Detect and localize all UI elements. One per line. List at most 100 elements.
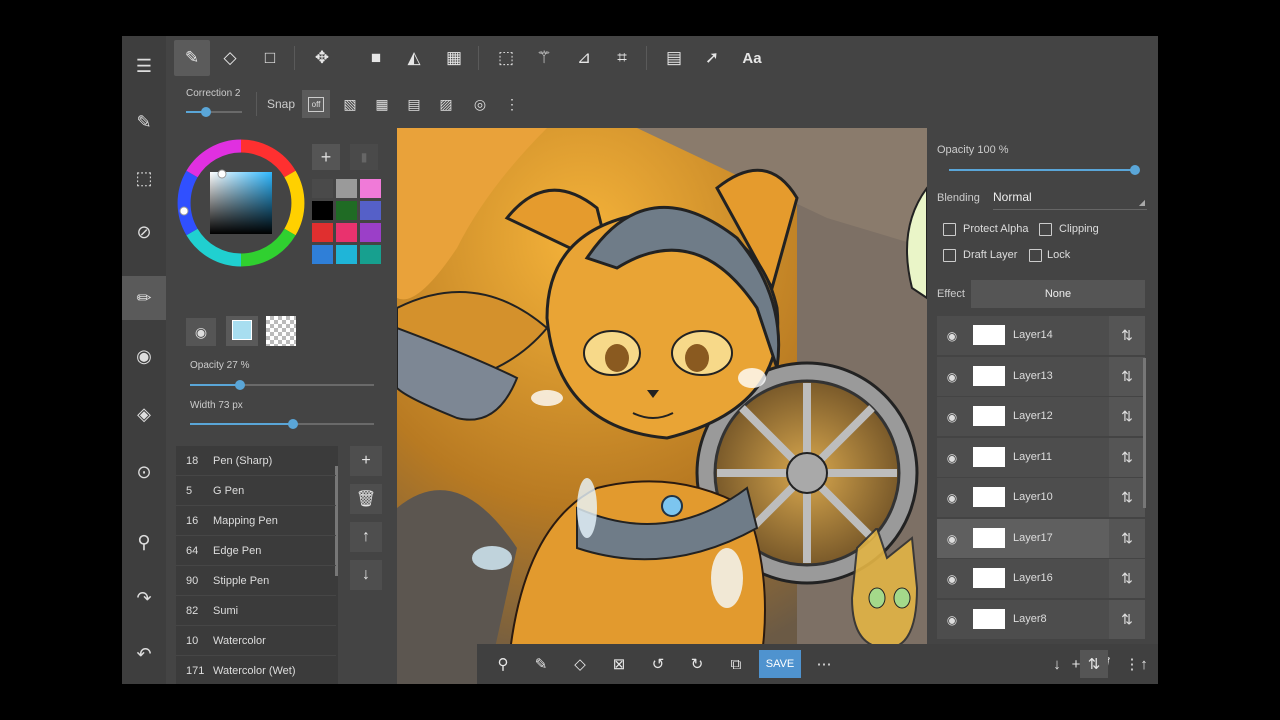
brush-row[interactable]: 16 Mapping Pen bbox=[176, 506, 336, 536]
deselect-icon[interactable]: ⊠ bbox=[605, 650, 633, 678]
color-swatch[interactable] bbox=[336, 201, 357, 220]
color-swatch[interactable] bbox=[360, 245, 381, 264]
rotate-canvas-icon[interactable]: ⊘ bbox=[122, 210, 166, 254]
redo-icon[interactable]: ↻ bbox=[683, 650, 711, 678]
color-swatch[interactable] bbox=[360, 179, 381, 198]
move-icon[interactable]: ✥ bbox=[304, 40, 340, 76]
visibility-eye-icon[interactable]: ◉ bbox=[943, 570, 961, 588]
undo-icon[interactable]: ↶ bbox=[122, 632, 166, 676]
layer-row[interactable]: ◉ Layer16 ⇅ bbox=[937, 559, 1145, 598]
layer-opacity-slider[interactable] bbox=[949, 165, 1140, 175]
material-icon[interactable]: ⊙ bbox=[122, 450, 166, 494]
undo-icon[interactable]: ↺ bbox=[644, 650, 672, 678]
eraser-icon[interactable]: ◇ bbox=[212, 40, 248, 76]
layer-reorder-icon[interactable]: ⇅ bbox=[1109, 397, 1145, 436]
color-swatch[interactable] bbox=[312, 201, 333, 220]
layer-row[interactable]: ◉ Layer10 ⇅ bbox=[937, 478, 1145, 517]
selection-icon[interactable]: ⬚ bbox=[122, 156, 166, 200]
rectangle-icon[interactable]: □ bbox=[252, 40, 288, 76]
brush-row[interactable]: 90 Stipple Pen bbox=[176, 566, 336, 596]
snap-off-button[interactable]: off bbox=[302, 90, 330, 118]
select-eraser-icon[interactable]: ⌗ bbox=[604, 40, 640, 76]
layer-row[interactable]: ◉ Layer17 ⇅ bbox=[937, 518, 1145, 558]
transform-icon[interactable]: ⧉ bbox=[722, 650, 750, 678]
brush-row[interactable]: 82 Sumi bbox=[176, 596, 336, 626]
edit-icon[interactable]: ✎ bbox=[122, 100, 166, 144]
layer-list-scrollbar[interactable] bbox=[1143, 358, 1146, 508]
color-panel-icon[interactable]: ◉ bbox=[122, 334, 166, 378]
lock-checkbox[interactable] bbox=[1029, 249, 1042, 262]
visibility-eye-icon[interactable]: ◉ bbox=[943, 530, 961, 548]
brush-row[interactable]: 18 Pen (Sharp) bbox=[176, 446, 336, 476]
blending-select[interactable]: Normal ◢ bbox=[993, 186, 1147, 210]
transparent-color-button[interactable] bbox=[266, 316, 296, 346]
bucket-icon[interactable]: ◭ bbox=[396, 40, 432, 76]
correction-slider[interactable] bbox=[186, 107, 242, 117]
layer-row[interactable]: ◉ Layer13 ⇅ bbox=[937, 356, 1145, 396]
effect-select[interactable]: None bbox=[971, 280, 1145, 308]
layer-row[interactable]: ◉ Layer14 ⇅ bbox=[937, 316, 1145, 355]
color-swatch[interactable] bbox=[336, 245, 357, 264]
select-rect-icon[interactable]: ⬚ bbox=[488, 40, 524, 76]
visibility-eye-icon[interactable]: ◉ bbox=[943, 489, 961, 507]
color-wheel[interactable] bbox=[176, 138, 306, 268]
move-brush-down-icon[interactable]: ↓ bbox=[350, 560, 382, 590]
eyedropper-icon[interactable]: ⚲ bbox=[489, 650, 517, 678]
visibility-eye-icon[interactable]: ◉ bbox=[943, 611, 961, 629]
sv-picker-knob[interactable] bbox=[217, 169, 227, 179]
layer-row[interactable]: ◉ Layer11 ⇅ bbox=[937, 437, 1145, 477]
protect-alpha-checkbox[interactable] bbox=[943, 223, 956, 236]
snap-parallel-icon[interactable]: ▧ bbox=[336, 90, 364, 118]
brush-panel-icon[interactable]: ✏ bbox=[122, 276, 166, 320]
visibility-eye-icon[interactable]: ◉ bbox=[943, 449, 961, 467]
color-swatch[interactable] bbox=[336, 223, 357, 242]
drawing-canvas[interactable] bbox=[397, 128, 927, 684]
grid-menu-icon[interactable]: ⋯ bbox=[810, 650, 838, 678]
layer-opacity-knob[interactable] bbox=[1130, 165, 1140, 175]
pointer-icon[interactable]: ➚ bbox=[694, 40, 730, 76]
layer-panel-icon[interactable]: ◈ bbox=[122, 392, 166, 436]
visibility-eye-icon[interactable]: ◉ bbox=[943, 408, 961, 426]
merge-layer-icon[interactable]: ⇅ bbox=[1080, 650, 1108, 678]
delete-brush-icon[interactable]: 🗑 bbox=[350, 484, 382, 514]
brush-opacity-slider[interactable] bbox=[190, 380, 374, 390]
brush-row[interactable]: 5 G Pen bbox=[176, 476, 336, 506]
brush-row[interactable]: 64 Edge Pen bbox=[176, 536, 336, 566]
layer-reorder-icon[interactable]: ⇅ bbox=[1109, 599, 1145, 639]
layer-row[interactable]: ◉ Layer12 ⇅ bbox=[937, 397, 1145, 436]
redo-icon[interactable]: ↷ bbox=[122, 576, 166, 620]
snap-grid-icon[interactable]: ▦ bbox=[368, 90, 396, 118]
visibility-eye-icon[interactable]: ◉ bbox=[943, 368, 961, 386]
save-button[interactable]: SAVE bbox=[759, 650, 801, 678]
layer-row[interactable]: ◉ Layer8 ⇅ bbox=[937, 599, 1145, 639]
color-swatch[interactable] bbox=[360, 223, 381, 242]
color-swatch[interactable] bbox=[312, 179, 333, 198]
palette-icon[interactable]: ◉ bbox=[186, 318, 216, 346]
hue-picker-knob[interactable] bbox=[179, 206, 189, 216]
snap-perspective-icon[interactable]: ▤ bbox=[400, 90, 428, 118]
gradient-icon[interactable]: ▦ bbox=[436, 40, 472, 76]
color-swatch[interactable] bbox=[360, 201, 381, 220]
add-swatch-button[interactable]: + bbox=[312, 144, 340, 170]
layer-reorder-icon[interactable]: ⇅ bbox=[1109, 316, 1145, 355]
move-brush-up-icon[interactable]: ↑ bbox=[350, 522, 382, 552]
color-swatch[interactable] bbox=[336, 179, 357, 198]
move-layer-down-icon[interactable]: ↓ bbox=[1043, 650, 1071, 678]
fill-rect-icon[interactable]: ■ bbox=[358, 40, 394, 76]
delete-swatch-icon[interactable]: ▮ bbox=[350, 144, 378, 170]
layer-reorder-icon[interactable]: ⇅ bbox=[1109, 478, 1145, 517]
draft-layer-checkbox[interactable] bbox=[943, 249, 956, 262]
current-color-button[interactable] bbox=[226, 316, 258, 346]
brush-width-knob[interactable] bbox=[288, 419, 299, 429]
menu-icon[interactable]: ☰ bbox=[122, 44, 166, 88]
eraser-icon[interactable]: ◇ bbox=[566, 650, 594, 678]
add-brush-button[interactable]: + bbox=[350, 446, 382, 476]
color-swatch[interactable] bbox=[312, 245, 333, 264]
brush-row[interactable]: 10 Watercolor bbox=[176, 626, 336, 656]
brush-row[interactable]: 171 Watercolor (Wet) bbox=[176, 656, 336, 684]
snap-circle-icon[interactable]: ◎ bbox=[466, 90, 494, 118]
brush-opacity-knob[interactable] bbox=[234, 380, 245, 390]
magic-wand-icon[interactable]: ⚚ bbox=[526, 40, 562, 76]
pen-icon[interactable]: ✎ bbox=[174, 40, 210, 76]
layer-reorder-icon[interactable]: ⇅ bbox=[1109, 356, 1145, 396]
